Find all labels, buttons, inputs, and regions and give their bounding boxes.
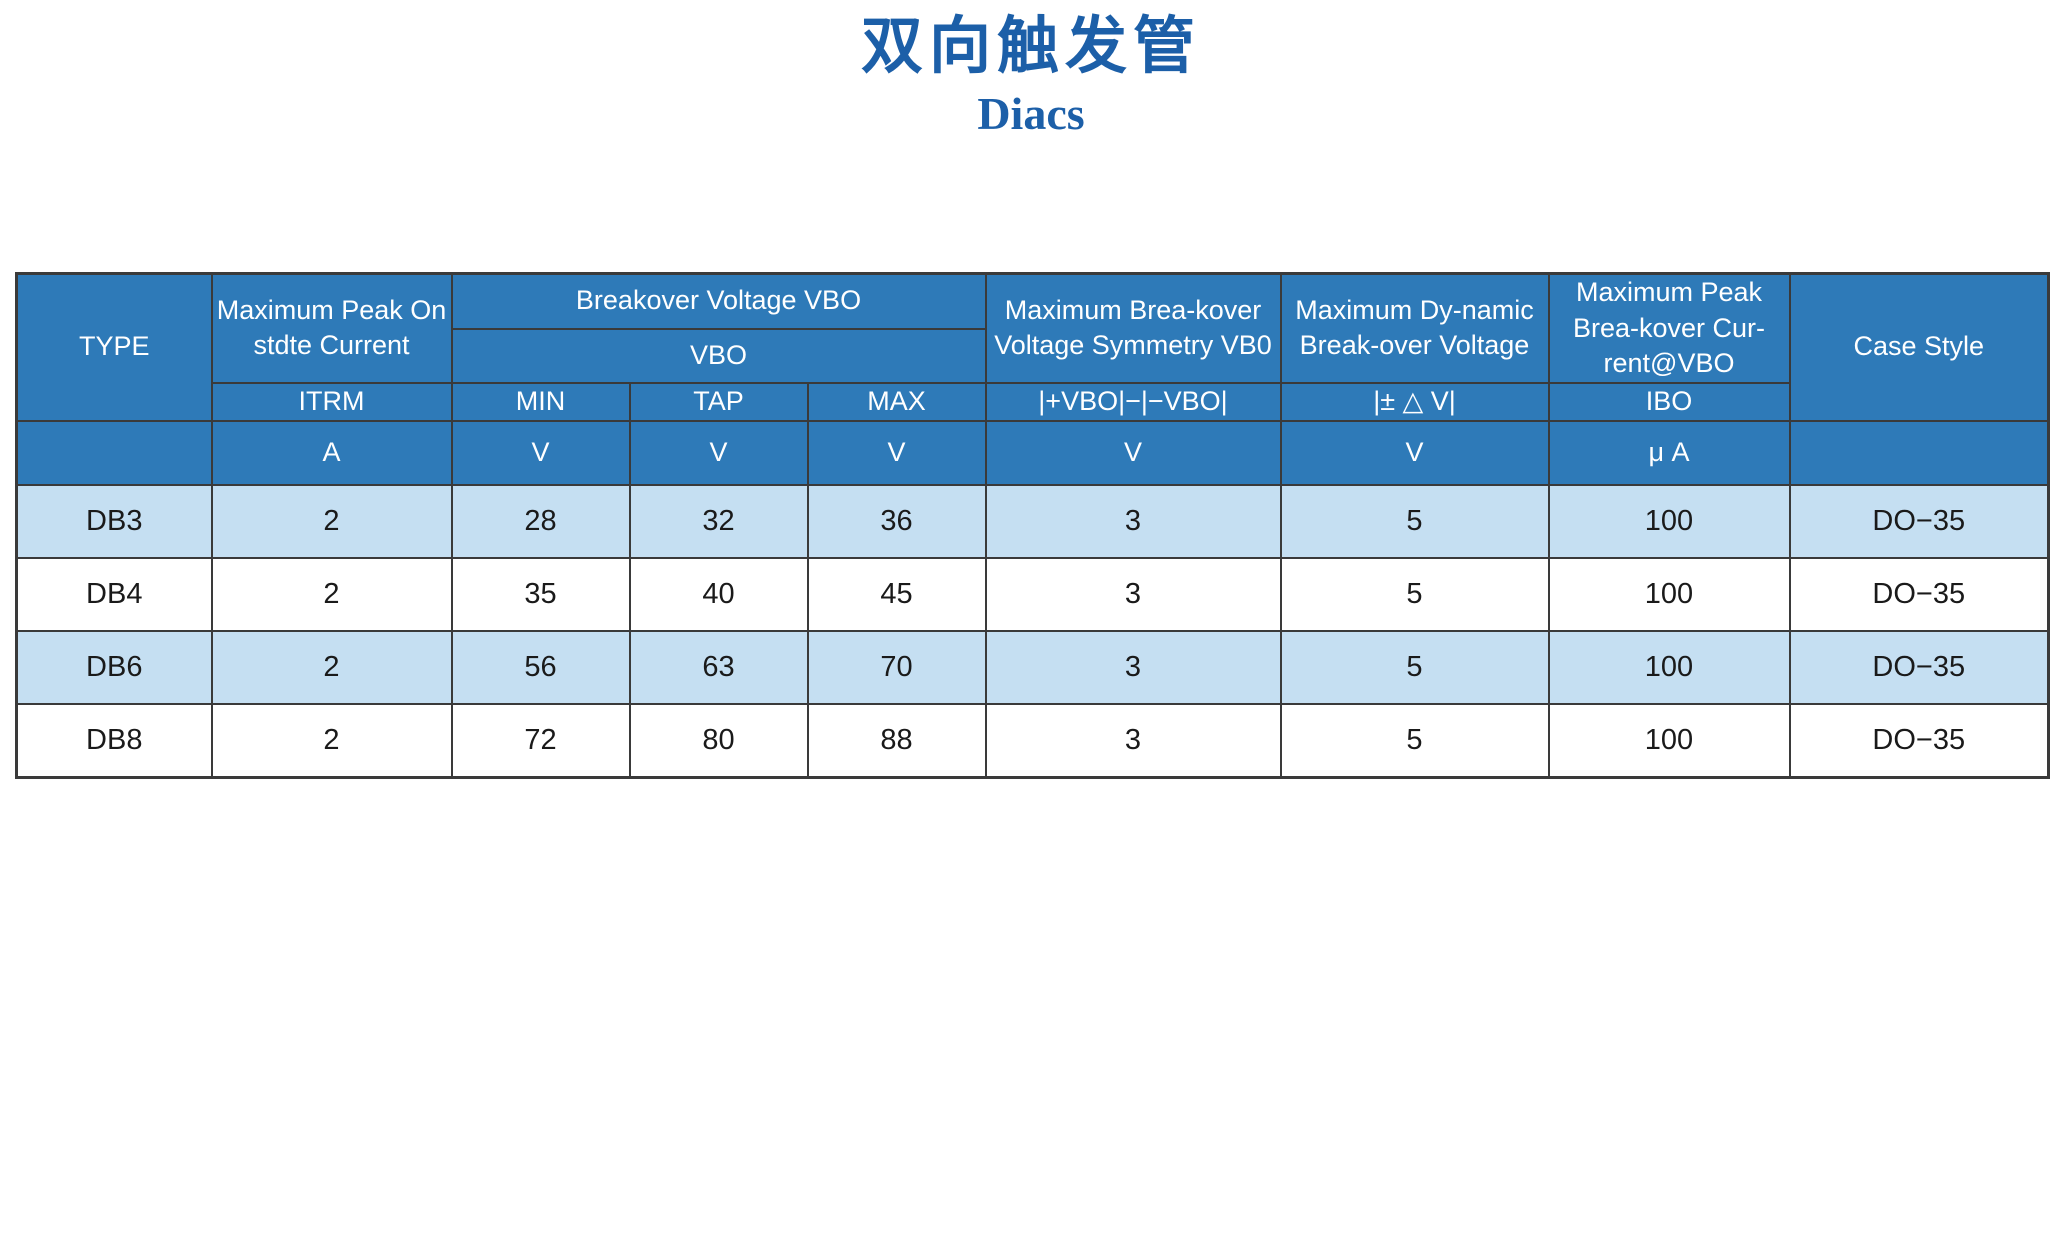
cell-symmetry: 3: [984, 483, 1282, 559]
cell-vbo-max: 88: [806, 702, 987, 778]
header-unit-ibo: μ A: [1547, 419, 1791, 486]
cell-type: DB4: [15, 556, 213, 632]
cell-dynamic: 5: [1279, 629, 1550, 705]
header-case-style: Case Style: [1788, 272, 2050, 422]
header-group-max-peak-on-state-current: Maximum Peak On stdte Current: [210, 272, 453, 384]
cell-dynamic: 5: [1279, 556, 1550, 632]
cell-ibo: 100: [1547, 556, 1791, 632]
cell-type: DB6: [15, 629, 213, 705]
header-unit-type: [15, 419, 213, 486]
cell-vbo-min: 56: [450, 629, 631, 705]
table-row: DB4 2 35 40 45 3 5 100 DO−35: [15, 556, 2050, 632]
cell-vbo-max: 70: [806, 629, 987, 705]
cell-vbo-tap: 32: [628, 483, 809, 559]
header-group-breakover-voltage-vbo: Breakover Voltage VBO: [450, 272, 987, 330]
header-group-dynamic-breakover-voltage: Maximum Dy-namic Break-over Voltage: [1279, 272, 1550, 384]
page-title-chinese: 双向触发管: [860, 13, 1201, 81]
cell-case-style: DO−35: [1788, 556, 2050, 632]
header-unit-vbo-tap: V: [628, 419, 809, 486]
cell-symmetry: 3: [984, 629, 1282, 705]
title-block: 双向触发管 Diacs: [0, 0, 2062, 142]
diac-spec-table: TYPE Maximum Peak On stdte Current Break…: [15, 272, 2050, 779]
cell-symmetry: 3: [984, 702, 1282, 778]
header-unit-vbo-min: V: [450, 419, 631, 486]
header-symbol-vbo-max: MAX: [806, 381, 987, 422]
table-body: DB3 2 28 32 36 3 5 100 DO−35 DB4 2 35 40 45 3 5 100 DO−35…: [15, 483, 2050, 778]
page-root: 双向触发管 Diacs TYPE Maximum Peak On stdte C…: [0, 0, 2062, 1260]
cell-ibo: 100: [1547, 702, 1791, 778]
cell-vbo-tap: 40: [628, 556, 809, 632]
header-symbol-vbo-min: MIN: [450, 381, 631, 422]
cell-itrm: 2: [210, 702, 453, 778]
cell-vbo-max: 45: [806, 556, 987, 632]
table-row: DB6 2 56 63 70 3 5 100 DO−35: [15, 629, 2050, 705]
header-row-symbols: ITRM MIN TAP MAX |+VBO|−|−VBO| |± △ V| I…: [17, 381, 2049, 422]
header-row-units: A V V V V V μ A: [15, 419, 2050, 486]
header-unit-case-style: [1788, 419, 2050, 486]
cell-ibo: 100: [1547, 629, 1791, 705]
header-symbol-ibo: IBO: [1547, 381, 1791, 422]
cell-ibo: 100: [1547, 483, 1791, 559]
header-type: TYPE: [15, 272, 213, 422]
cell-type: DB3: [15, 483, 213, 559]
header-symbol-symmetry: |+VBO|−|−VBO|: [984, 381, 1282, 422]
cell-itrm: 2: [210, 483, 453, 559]
header-unit-itrm: A: [210, 419, 453, 486]
cell-vbo-min: 35: [450, 556, 631, 632]
cell-vbo-max: 36: [806, 483, 987, 559]
header-group-breakover-voltage-symmetry: Maximum Brea-kover Voltage Symmetry VB0: [984, 272, 1282, 384]
header-unit-vbo-max: V: [806, 419, 987, 486]
cell-case-style: DO−35: [1788, 702, 2050, 778]
cell-vbo-min: 28: [450, 483, 631, 559]
header-symbol-vbo-tap: TAP: [628, 381, 809, 422]
cell-vbo-min: 72: [450, 702, 631, 778]
cell-type: DB8: [15, 702, 213, 778]
cell-case-style: DO−35: [1788, 629, 2050, 705]
header-row-groups: TYPE Maximum Peak On stdte Current Break…: [15, 272, 2050, 422]
cell-symmetry: 3: [984, 556, 1282, 632]
header-symbol-itrm: ITRM: [210, 381, 453, 422]
header-symbol-dynamic: |± △ V|: [1279, 381, 1550, 422]
cell-itrm: 2: [210, 629, 453, 705]
table-row: DB8 2 72 80 88 3 5 100 DO−35: [15, 702, 2050, 778]
table-header: TYPE Maximum Peak On stdte Current Break…: [15, 272, 2050, 486]
page-title-english: Diacs: [977, 87, 1085, 139]
cell-dynamic: 5: [1279, 483, 1550, 559]
header-group-peak-breakover-current: Maximum Peak Brea-kover Cur-rent@VBO: [1547, 272, 1791, 384]
header-unit-symmetry: V: [984, 419, 1282, 486]
table-row: DB3 2 28 32 36 3 5 100 DO−35: [15, 483, 2050, 559]
cell-vbo-tap: 80: [628, 702, 809, 778]
cell-itrm: 2: [210, 556, 453, 632]
header-unit-dynamic: V: [1279, 419, 1550, 486]
spec-table-wrapper: TYPE Maximum Peak On stdte Current Break…: [15, 272, 2050, 779]
cell-dynamic: 5: [1279, 702, 1550, 778]
header-vbo-label: VBO: [450, 327, 987, 384]
cell-case-style: DO−35: [1788, 483, 2050, 559]
cell-vbo-tap: 63: [628, 629, 809, 705]
